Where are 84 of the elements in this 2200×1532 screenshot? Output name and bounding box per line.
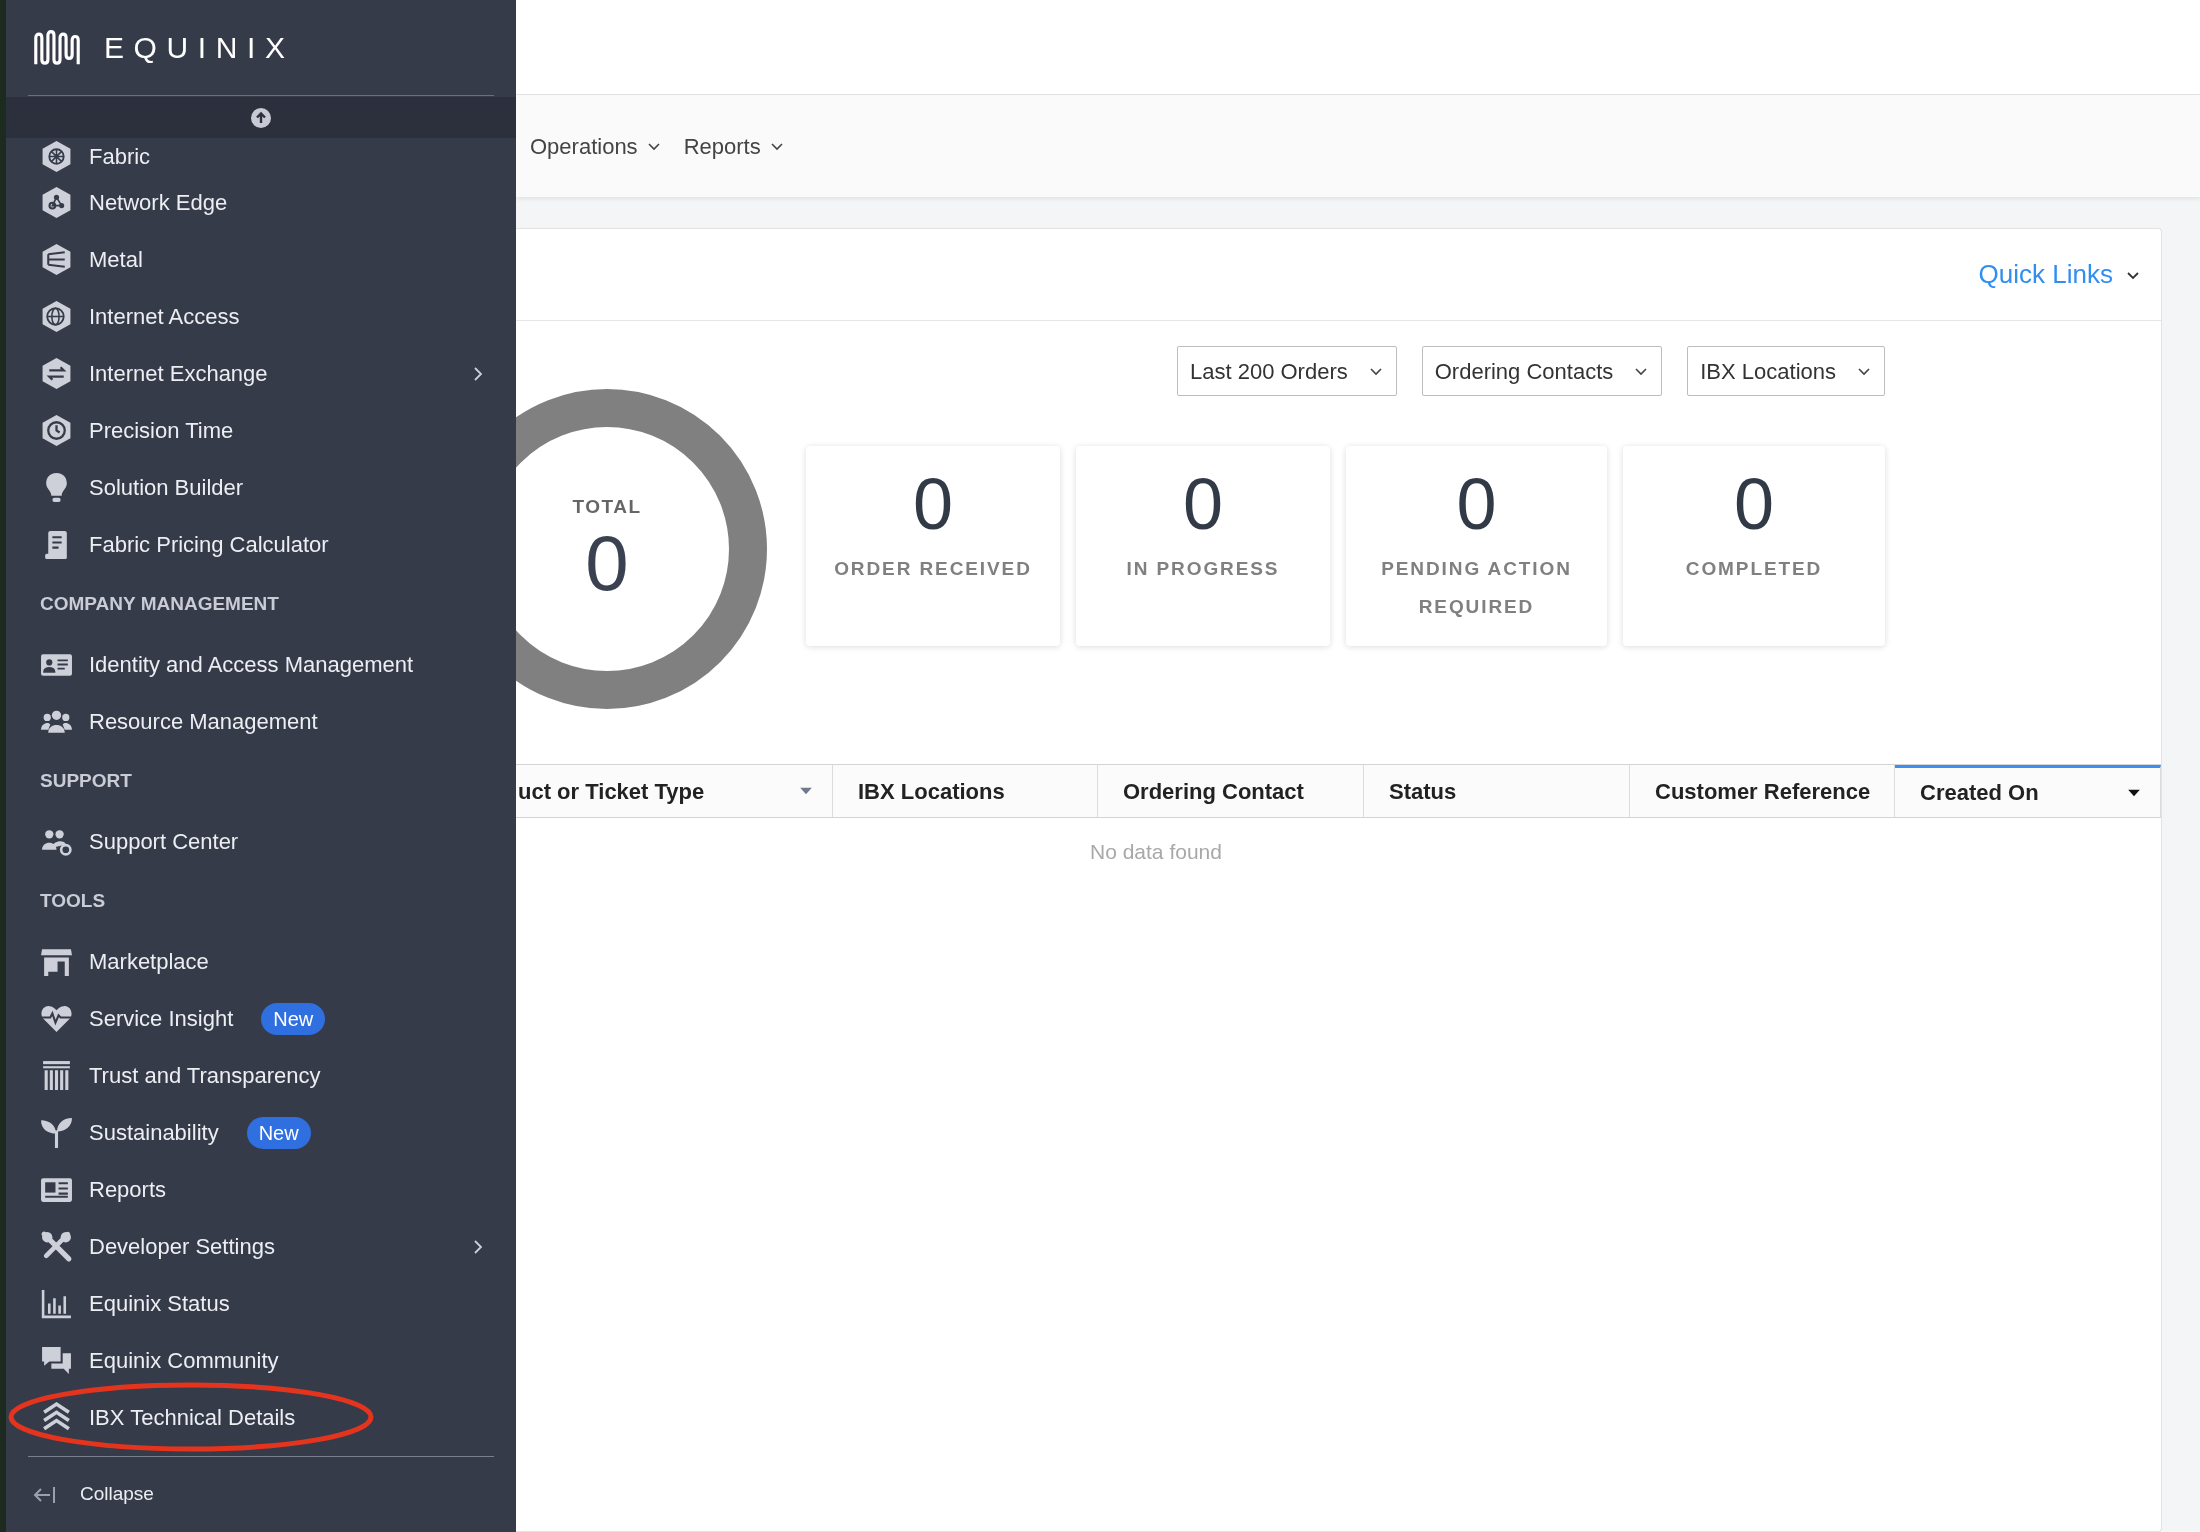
item-label: Identity and Access Management	[89, 651, 414, 679]
stat-label: ORDER RECEIVED	[833, 557, 1033, 581]
section-heading: TOOLS	[39, 889, 107, 914]
columns-icon	[40, 1059, 73, 1092]
sidebar-item[interactable]: Developer Settings	[6, 1218, 516, 1275]
filter-dropdown[interactable]: Last 200 Orders	[1176, 346, 1397, 396]
sidebar-item[interactable]: Sustainability New	[6, 1104, 516, 1161]
nav-menu[interactable]: Reports	[683, 129, 785, 163]
stat-value: 0	[1182, 464, 1223, 544]
arrows-hexagon-icon	[40, 357, 73, 390]
column-header[interactable]: IBX Locations	[833, 765, 1098, 817]
column-header[interactable]: Status	[1364, 765, 1630, 817]
logo-text: EQUINIX	[104, 30, 295, 66]
column-header[interactable]: Created On	[1895, 765, 2161, 817]
item-label: Support Center	[89, 828, 239, 856]
new-badge: New	[261, 1002, 326, 1035]
item-label: Internet Access	[89, 303, 240, 331]
column-header[interactable]: Customer Reference	[1630, 765, 1895, 817]
item-label: Resource Management	[89, 708, 318, 736]
item-label: Reports	[89, 1176, 167, 1204]
new-badge: New	[246, 1116, 311, 1149]
sidebar-item[interactable]: Metal	[6, 231, 516, 288]
item-label: Marketplace	[89, 948, 209, 976]
nodes-hexagon-icon	[40, 186, 73, 219]
item-label: Equinix Community	[89, 1347, 279, 1375]
sidebar-item[interactable]: Precision Time	[6, 402, 516, 459]
sidebar-item[interactable]: Internet Exchange	[6, 345, 516, 402]
sidebar-item[interactable]: Resource Management	[6, 693, 516, 750]
item-label: Fabric Pricing Calculator	[89, 531, 329, 559]
column-header[interactable]: Ordering Contact	[1098, 765, 1364, 817]
item-label: Service Insight	[89, 1005, 234, 1033]
sidebar-item[interactable]: Service Insight New	[6, 990, 516, 1047]
caret-down-icon	[2126, 787, 2142, 798]
bar-chart-icon	[40, 1287, 73, 1320]
sprout-icon	[40, 1116, 73, 1149]
filter-dropdown[interactable]: Ordering Contacts	[1421, 346, 1663, 396]
section-heading: COMPANY MANAGEMENT	[39, 592, 280, 617]
sidebar-item[interactable]: IBX Technical Details	[6, 1389, 516, 1446]
section-heading: SUPPORT	[39, 769, 133, 794]
nav-menu[interactable]: Operations	[530, 129, 662, 163]
item-label: Solution Builder	[89, 474, 244, 502]
clock-hexagon-icon	[40, 414, 73, 447]
scroll-up-bar[interactable]	[6, 97, 516, 138]
network-hexagon-icon	[40, 139, 73, 173]
total-value: 0	[585, 521, 629, 606]
sidebar-item[interactable]: Identity and Access Management	[6, 636, 516, 693]
item-label: Precision Time	[89, 417, 234, 445]
stat-label: PENDING ACTION REQUIRED	[1380, 557, 1573, 619]
item-label: Metal	[89, 246, 143, 274]
filter-dropdown[interactable]: IBX Locations	[1687, 346, 1885, 396]
sidebar-item[interactable]: Reports	[6, 1161, 516, 1218]
item-label: Network Edge	[89, 189, 228, 217]
stat-value: 0	[912, 464, 953, 544]
chat-bubbles-icon	[40, 1344, 73, 1377]
tools-icon	[40, 1230, 73, 1263]
item-label: Equinix Status	[89, 1290, 230, 1318]
item-label: IBX Technical Details	[89, 1404, 296, 1432]
globe-hexagon-icon	[40, 300, 73, 333]
layers-hexagon-icon	[40, 243, 73, 276]
empty-message: No data found	[1090, 839, 1222, 865]
item-label: Internet Exchange	[89, 360, 268, 388]
total-label: TOTAL	[572, 494, 642, 519]
item-label: Trust and Transparency	[89, 1062, 321, 1090]
sidebar-item[interactable]: Network Edge	[6, 174, 516, 231]
sidebar-item[interactable]: Fabric	[6, 138, 516, 174]
sidebar-item[interactable]: Fabric Pricing Calculator	[6, 516, 516, 573]
sidebar-item[interactable]: Equinix Status	[6, 1275, 516, 1332]
stat-label: IN PROGRESS	[1125, 557, 1281, 581]
stat-value: 0	[1733, 464, 1774, 544]
caret-down-icon	[798, 786, 814, 796]
item-label: Developer Settings	[89, 1233, 275, 1261]
column-header[interactable]: uct or Ticket Type	[516, 765, 833, 817]
sidebar-item[interactable]: Equinix Community	[6, 1332, 516, 1389]
stat-value: 0	[1456, 464, 1497, 544]
sidebar-item[interactable]: Solution Builder	[6, 459, 516, 516]
sidebar-item[interactable]: Marketplace	[6, 933, 516, 990]
sidebar-item[interactable]: Trust and Transparency	[6, 1047, 516, 1104]
arrow-up-circle-icon	[251, 107, 271, 128]
item-label: Sustainability	[89, 1119, 219, 1147]
stat-label: COMPLETED	[1684, 557, 1824, 581]
collapse-button[interactable]: Collapse	[80, 1480, 154, 1509]
sidebar-item[interactable]: Support Center	[6, 813, 516, 870]
sidebar-item[interactable]: Internet Access	[6, 288, 516, 345]
item-label: Fabric	[89, 142, 151, 171]
